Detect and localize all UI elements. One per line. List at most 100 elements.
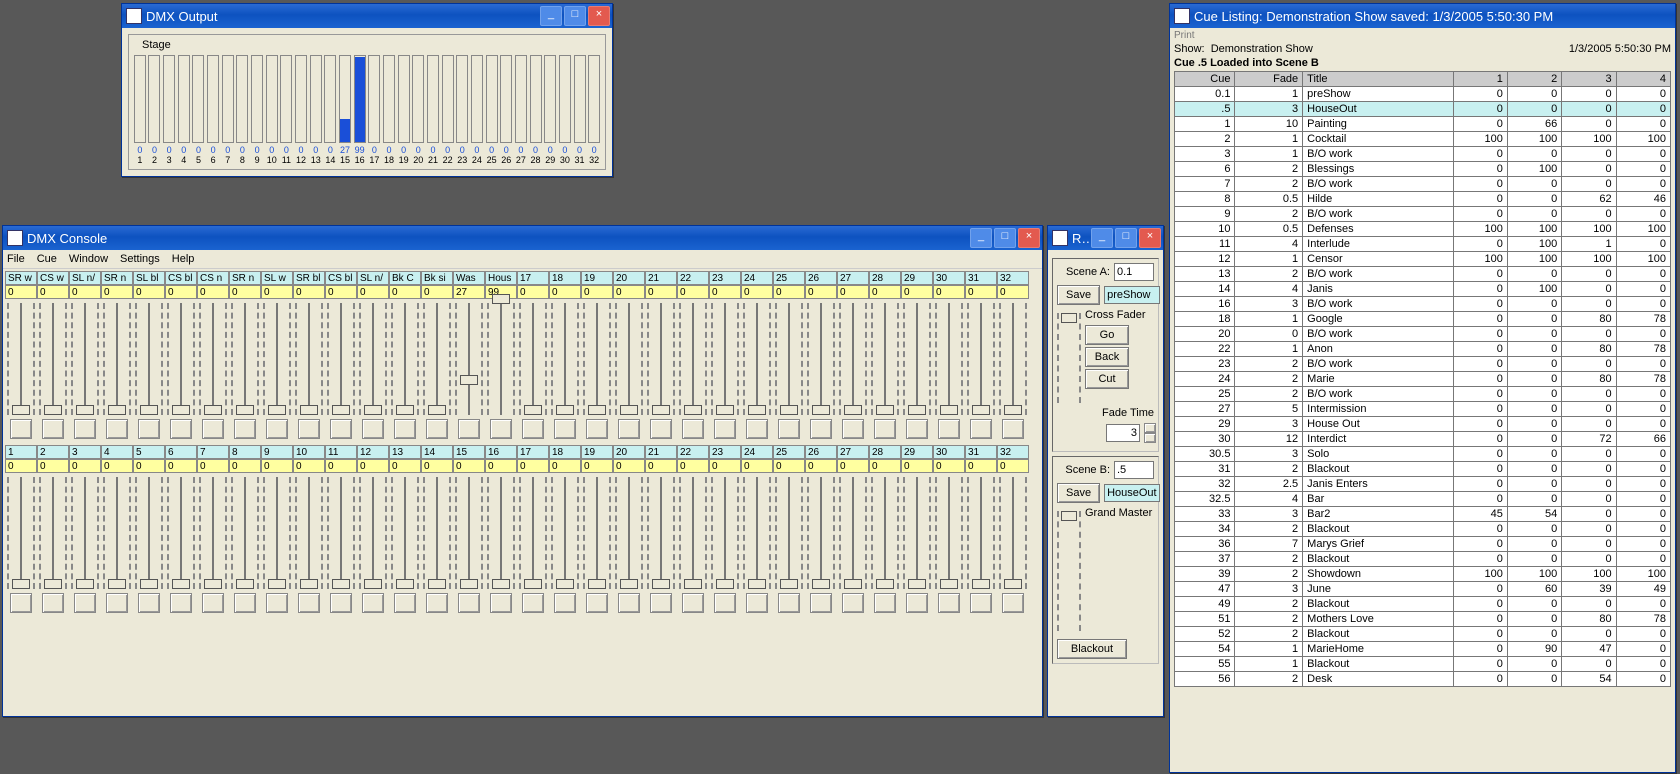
bump-button[interactable]	[874, 593, 896, 613]
bump-button[interactable]	[522, 419, 544, 439]
bump-button[interactable]	[74, 593, 96, 613]
grand-master-slider[interactable]	[1057, 511, 1081, 631]
bump-button[interactable]	[330, 419, 352, 439]
menu-help[interactable]: Help	[172, 253, 195, 265]
bump-button[interactable]	[202, 419, 224, 439]
channel-fader[interactable]	[5, 299, 37, 439]
channel-fader[interactable]	[293, 473, 325, 613]
cue-col-header[interactable]: 2	[1507, 72, 1561, 87]
bump-button[interactable]	[202, 593, 224, 613]
bump-button[interactable]	[938, 593, 960, 613]
cue-col-header[interactable]: Title	[1303, 72, 1453, 87]
bump-button[interactable]	[266, 593, 288, 613]
bump-button[interactable]	[778, 419, 800, 439]
cue-row[interactable]: 114Interlude010010	[1175, 237, 1671, 252]
bump-button[interactable]	[938, 419, 960, 439]
channel-fader[interactable]	[933, 473, 965, 613]
channel-fader[interactable]	[741, 299, 773, 439]
bump-button[interactable]	[714, 593, 736, 613]
cue-row[interactable]: 80.5Hilde006246	[1175, 192, 1671, 207]
cue-row[interactable]: 30.53Solo0000	[1175, 447, 1671, 462]
bump-button[interactable]	[10, 419, 32, 439]
cue-col-header[interactable]: Fade	[1235, 72, 1303, 87]
channel-fader[interactable]	[485, 299, 517, 439]
cue-row[interactable]: .53HouseOut0000	[1175, 102, 1671, 117]
bump-button[interactable]	[650, 419, 672, 439]
cue-listing-titlebar[interactable]: Cue Listing: Demonstration Show saved: 1…	[1170, 4, 1675, 28]
channel-fader[interactable]	[677, 473, 709, 613]
cue-row[interactable]: 342Blackout0000	[1175, 522, 1671, 537]
bump-button[interactable]	[618, 419, 640, 439]
channel-fader[interactable]	[389, 473, 421, 613]
channel-fader[interactable]	[645, 299, 677, 439]
channel-fader[interactable]	[485, 473, 517, 613]
minimize-button[interactable]: _	[540, 6, 562, 26]
channel-fader[interactable]	[197, 299, 229, 439]
bump-button[interactable]	[106, 593, 128, 613]
bump-button[interactable]	[42, 419, 64, 439]
channel-fader[interactable]	[101, 473, 133, 613]
channel-fader[interactable]	[453, 473, 485, 613]
channel-fader[interactable]	[101, 299, 133, 439]
cue-row[interactable]: 372Blackout0000	[1175, 552, 1671, 567]
bump-button[interactable]	[650, 593, 672, 613]
bump-button[interactable]	[266, 419, 288, 439]
cue-row[interactable]: 275Intermission0000	[1175, 402, 1671, 417]
cue-row[interactable]: 0.11preShow0000	[1175, 87, 1671, 102]
dmx-output-titlebar[interactable]: DMX Output _ □ ×	[122, 4, 612, 28]
bump-button[interactable]	[778, 593, 800, 613]
cue-col-header[interactable]: Cue	[1175, 72, 1235, 87]
cue-row[interactable]: 367Marys Grief0000	[1175, 537, 1671, 552]
cue-row[interactable]: 181Google008078	[1175, 312, 1671, 327]
scene-b-value[interactable]	[1114, 461, 1154, 479]
cue-row[interactable]: 72B/O work0000	[1175, 177, 1671, 192]
bump-button[interactable]	[394, 593, 416, 613]
bump-button[interactable]	[10, 593, 32, 613]
run-titlebar[interactable]: Ru... _ □ ×	[1048, 226, 1163, 250]
bump-button[interactable]	[970, 419, 992, 439]
menu-settings[interactable]: Settings	[120, 253, 160, 265]
channel-fader[interactable]	[549, 473, 581, 613]
menu-cue[interactable]: Cue	[37, 253, 57, 265]
cue-row[interactable]: 163B/O work0000	[1175, 297, 1671, 312]
scene-a-value[interactable]	[1114, 263, 1154, 281]
cue-row[interactable]: 62Blessings010000	[1175, 162, 1671, 177]
channel-fader[interactable]	[837, 473, 869, 613]
dmx-console-titlebar[interactable]: DMX Console _ □ ×	[3, 226, 1042, 250]
channel-fader[interactable]	[965, 473, 997, 613]
print-menu[interactable]: Print	[1174, 30, 1671, 41]
bump-button[interactable]	[394, 419, 416, 439]
channel-fader[interactable]	[229, 473, 261, 613]
channel-fader[interactable]	[37, 299, 69, 439]
bump-button[interactable]	[74, 419, 96, 439]
bump-button[interactable]	[234, 593, 256, 613]
bump-button[interactable]	[426, 593, 448, 613]
channel-fader[interactable]	[165, 299, 197, 439]
cue-row[interactable]: 3012Interdict007266	[1175, 432, 1671, 447]
save-a-button[interactable]: Save	[1057, 285, 1100, 305]
channel-fader[interactable]	[133, 473, 165, 613]
channel-fader[interactable]	[581, 473, 613, 613]
scene-a-name[interactable]	[1104, 286, 1160, 304]
cue-row[interactable]: 21Cocktail100100100100	[1175, 132, 1671, 147]
cue-row[interactable]: 333Bar2455400	[1175, 507, 1671, 522]
channel-fader[interactable]	[325, 299, 357, 439]
channel-fader[interactable]	[197, 473, 229, 613]
channel-fader[interactable]	[37, 473, 69, 613]
bump-button[interactable]	[842, 419, 864, 439]
channel-fader[interactable]	[69, 299, 101, 439]
bump-button[interactable]	[618, 593, 640, 613]
bump-button[interactable]	[106, 419, 128, 439]
cue-row[interactable]: 522Blackout0000	[1175, 627, 1671, 642]
cue-row[interactable]: 132B/O work0000	[1175, 267, 1671, 282]
bump-button[interactable]	[1002, 593, 1024, 613]
channel-fader[interactable]	[517, 299, 549, 439]
maximize-button[interactable]: □	[564, 6, 586, 26]
channel-fader[interactable]	[517, 473, 549, 613]
bump-button[interactable]	[490, 419, 512, 439]
bump-button[interactable]	[842, 593, 864, 613]
cue-row[interactable]: 512Mothers Love008078	[1175, 612, 1671, 627]
channel-fader[interactable]	[837, 299, 869, 439]
cue-row[interactable]: 541MarieHome090470	[1175, 642, 1671, 657]
channel-fader[interactable]	[613, 473, 645, 613]
